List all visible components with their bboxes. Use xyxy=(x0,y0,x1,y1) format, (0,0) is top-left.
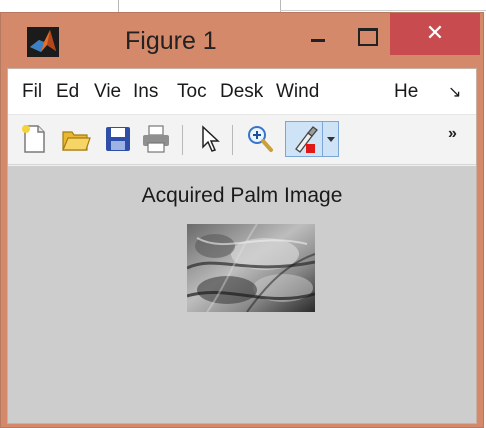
window-title: Figure 1 xyxy=(125,27,217,55)
menu-desktop[interactable]: Desk xyxy=(220,81,263,103)
dropdown-arrow-icon[interactable] xyxy=(325,134,337,144)
toolbar-overflow-icon[interactable]: » xyxy=(448,125,457,143)
background-divider xyxy=(118,0,119,12)
maximize-button[interactable] xyxy=(346,19,386,55)
axes-title: Acquired Palm Image xyxy=(141,184,343,207)
figure-canvas: Acquired Palm Image xyxy=(8,166,476,423)
dropdown-divider xyxy=(322,122,323,156)
toolbar-separator xyxy=(182,125,183,155)
menu-bar: Fil Ed Vie Ins Toc Desk Wind He ↘ xyxy=(8,69,476,115)
new-figure-icon[interactable] xyxy=(18,123,50,155)
brush-tool-group[interactable] xyxy=(285,121,339,157)
minimize-button[interactable] xyxy=(297,19,341,55)
close-icon: ✕ xyxy=(425,20,445,45)
figure-window: Figure 1 ✕ Fil Ed Vie Ins Toc Desk Wind … xyxy=(0,12,484,428)
save-icon[interactable] xyxy=(102,123,134,155)
figure-client-area: Fil Ed Vie Ins Toc Desk Wind He ↘ » Acqu… xyxy=(7,68,477,424)
zoom-in-icon[interactable] xyxy=(244,123,276,155)
toolbar-separator xyxy=(232,125,233,155)
menu-edit[interactable]: Ed xyxy=(56,81,79,103)
menu-file[interactable]: Fil xyxy=(22,81,42,103)
menu-insert[interactable]: Ins xyxy=(133,81,168,103)
menu-tools[interactable]: Toc xyxy=(177,81,211,103)
toolbar: » xyxy=(8,115,476,165)
palm-image xyxy=(187,224,315,312)
background-strip xyxy=(0,0,486,12)
menu-help[interactable]: He xyxy=(394,81,418,103)
brush-icon[interactable] xyxy=(288,124,320,156)
menu-window[interactable]: Wind xyxy=(276,81,319,103)
open-folder-icon[interactable] xyxy=(60,123,92,155)
pointer-icon[interactable] xyxy=(194,123,226,155)
menu-view[interactable]: Vie xyxy=(94,81,124,103)
close-button[interactable]: ✕ xyxy=(390,13,480,55)
matlab-logo-icon xyxy=(27,27,59,57)
print-icon[interactable] xyxy=(140,123,172,155)
background-divider xyxy=(280,10,486,11)
title-bar[interactable]: Figure 1 ✕ xyxy=(1,13,483,66)
menu-overflow-icon[interactable]: ↘ xyxy=(448,82,461,102)
